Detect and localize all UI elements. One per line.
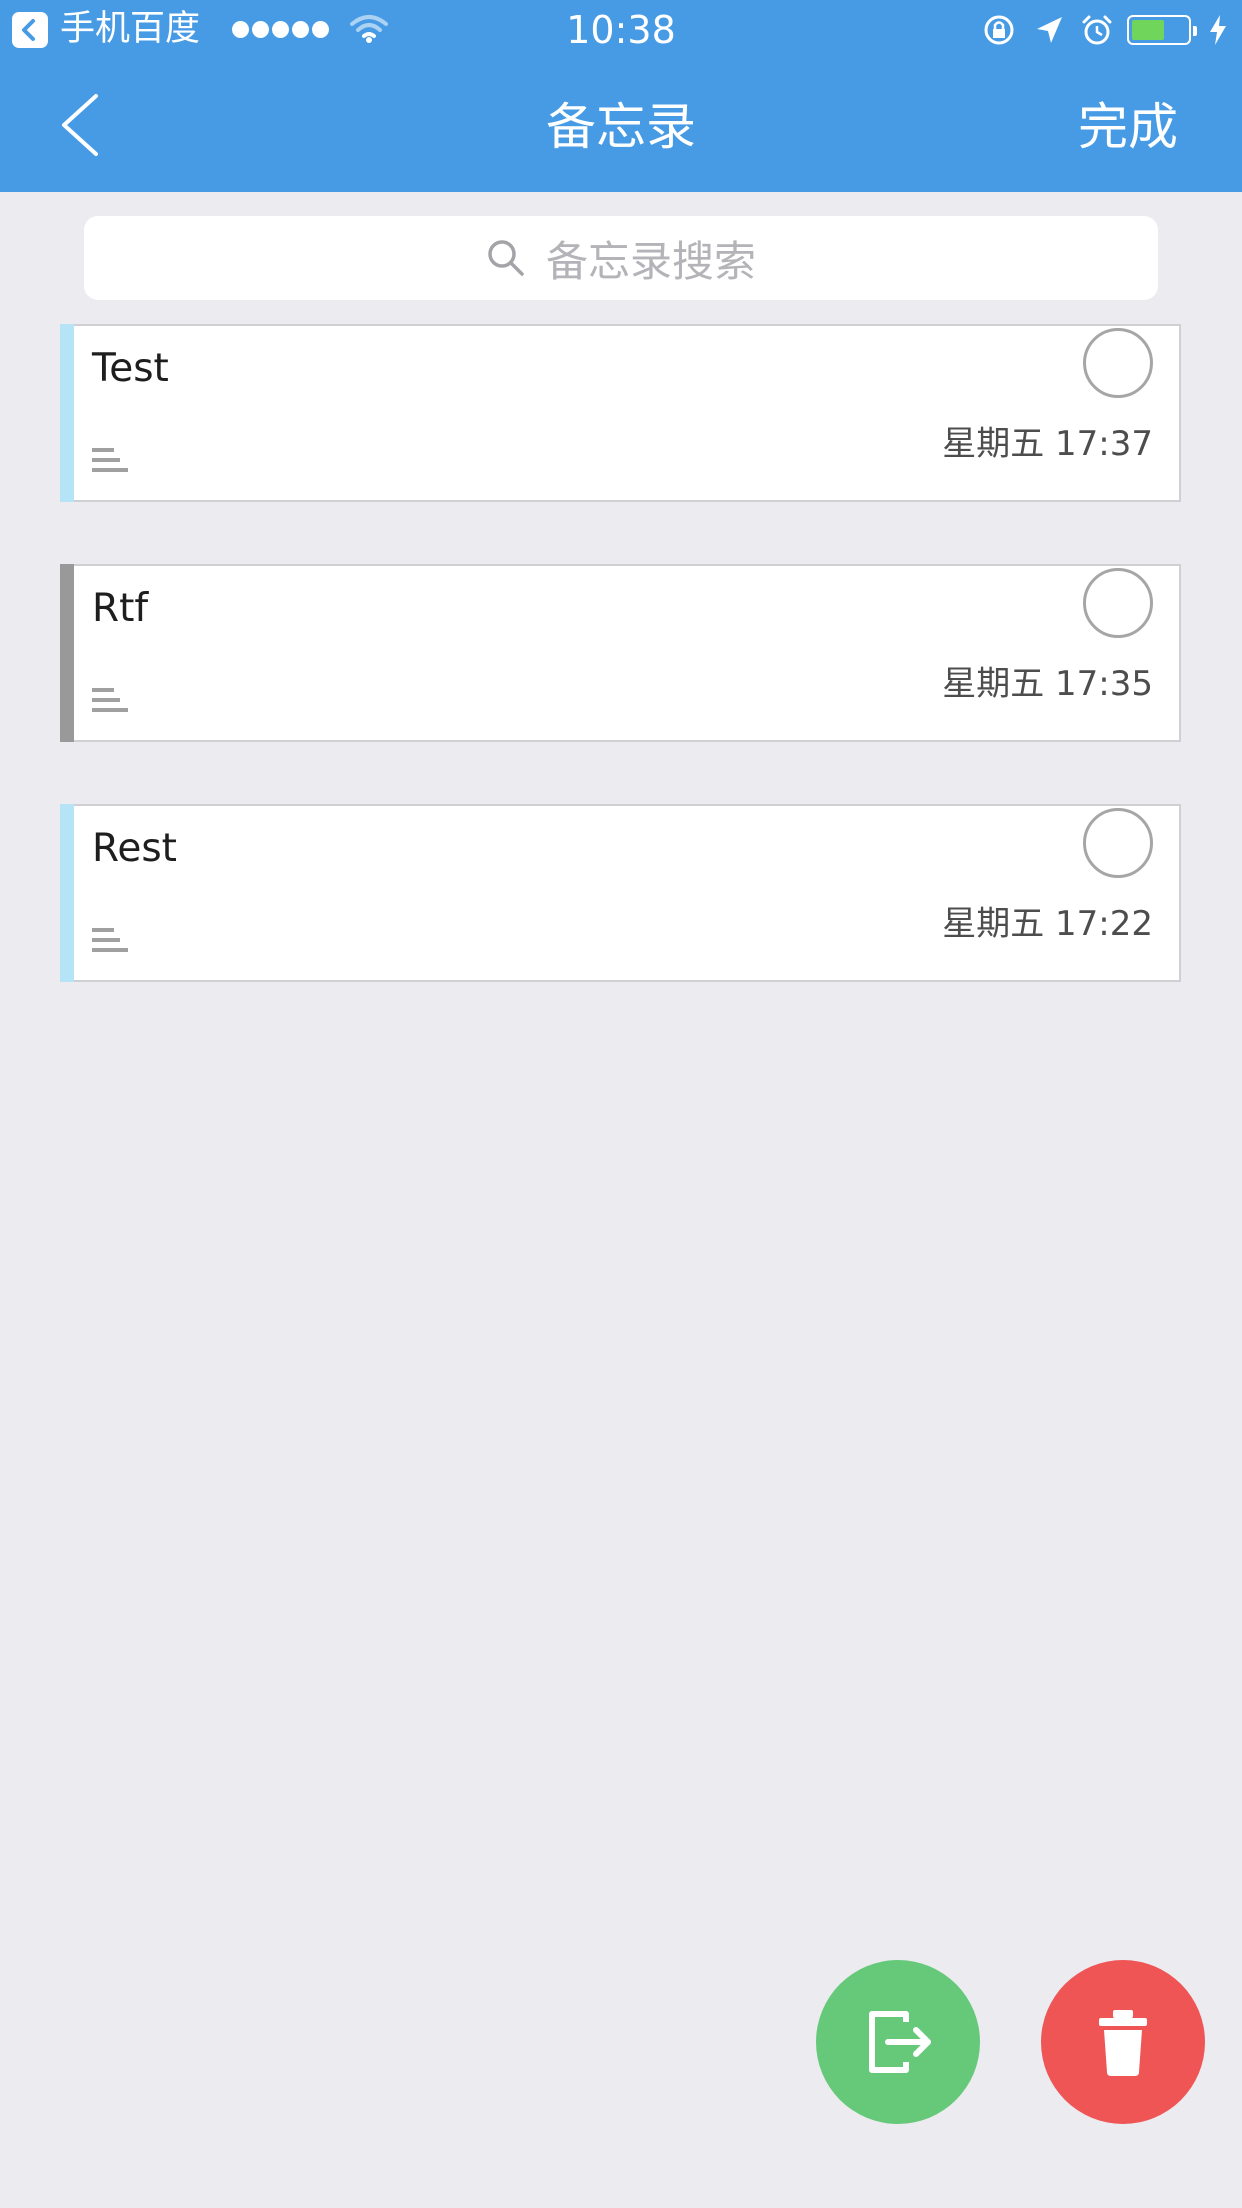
search-placeholder: 备忘录搜索 — [545, 236, 756, 286]
note-accent-bar — [60, 564, 74, 742]
note-card[interactable]: Rtf 星期五 17:35 — [60, 564, 1181, 742]
text-lines-icon — [92, 926, 128, 956]
note-title: Rtf — [92, 586, 149, 631]
note-select-checkbox[interactable] — [1083, 808, 1153, 878]
note-accent-bar — [60, 804, 74, 982]
delete-button[interactable] — [1041, 1960, 1205, 2124]
note-date: 星期五 17:35 — [942, 664, 1153, 704]
note-date: 星期五 17:37 — [942, 424, 1153, 464]
note-title: Rest — [92, 826, 177, 871]
rotation-lock-icon — [984, 15, 1014, 45]
charging-bolt-icon — [1210, 15, 1226, 45]
alarm-icon — [1082, 15, 1112, 45]
note-title: Test — [92, 346, 169, 391]
note-select-checkbox[interactable] — [1083, 568, 1153, 638]
navigation-bar: 备忘录 完成 — [0, 60, 1242, 192]
export-icon — [869, 2011, 931, 2073]
done-button[interactable]: 完成 — [1078, 96, 1178, 158]
note-select-checkbox[interactable] — [1083, 328, 1153, 398]
trash-icon — [1099, 2010, 1147, 2076]
note-accent-bar — [60, 324, 74, 502]
note-card[interactable]: Rest 星期五 17:22 — [60, 804, 1181, 982]
note-date: 星期五 17:22 — [942, 904, 1153, 944]
note-card[interactable]: Test 星期五 17:37 — [60, 324, 1181, 502]
text-lines-icon — [92, 686, 128, 716]
status-bar: 手机百度 10:38 — [0, 0, 1242, 60]
location-arrow-icon — [1037, 17, 1062, 43]
page-title: 备忘录 — [546, 98, 696, 156]
search-bar[interactable]: 备忘录搜索 — [84, 216, 1158, 300]
search-icon — [488, 240, 524, 276]
export-button[interactable] — [816, 1960, 980, 2124]
text-lines-icon — [92, 446, 128, 476]
battery-icon — [1127, 15, 1197, 45]
